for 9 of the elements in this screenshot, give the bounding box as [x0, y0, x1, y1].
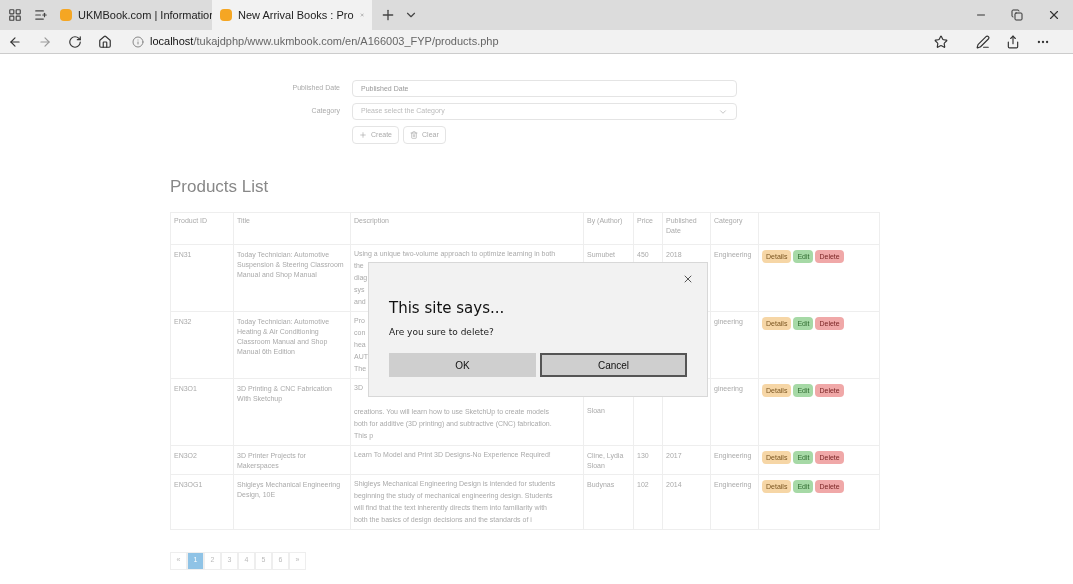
cancel-button[interactable]: Cancel	[540, 353, 687, 377]
url-text: localhost/tukajdphp/www.ukmbook.com/en/A166003_FYP/products.php	[150, 34, 499, 50]
section-title: Products List	[170, 176, 270, 198]
dialog-message: Are you sure to delete?	[389, 325, 495, 339]
browser-tab[interactable]: New Arrival Books : Pro	[212, 0, 372, 30]
dialog-title: This site says...	[389, 298, 506, 319]
ok-button[interactable]: OK	[389, 353, 536, 377]
tab-title: New Arrival Books : Pro	[238, 7, 354, 23]
tab-title: UKMBook.com | Informatior	[78, 7, 213, 23]
